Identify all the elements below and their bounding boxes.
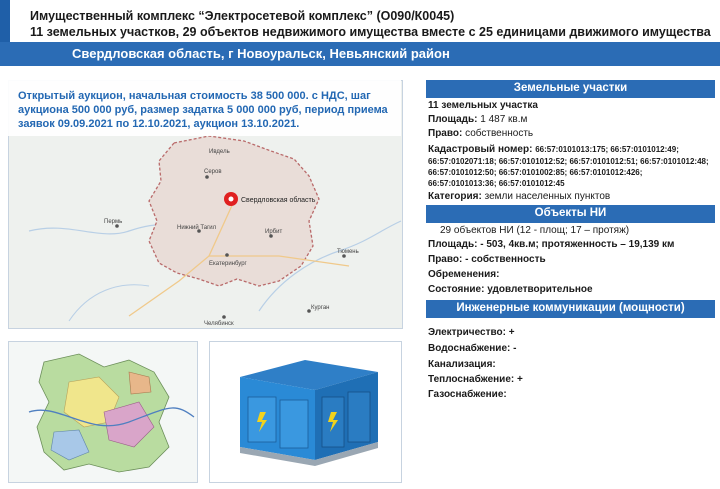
ni-area: Площадь: - 503, 4кв.м; протяженность – 1… [428, 239, 675, 250]
cadastral-line-2: 66:57:0102071:18; 66:57:0101012:52; 66:5… [428, 157, 709, 166]
cadastral-row: Кадастровый номер: 66:57:0101013:175; 66… [428, 144, 679, 155]
ni-encumbrance: Обременения: [428, 269, 500, 280]
land-area: Площадь: 1 487 кв.м [428, 114, 527, 125]
land-area-value: 1 487 кв.м [480, 114, 528, 125]
map-city-ekaterinburg: Екатеринбург [209, 261, 248, 267]
cadastral-line-4: 66:57:0101013:36; 66:57:0101012:45 [428, 179, 565, 188]
location-pin-icon [224, 192, 238, 206]
map-city-nizhny-tagil: Нижний Тагил [177, 224, 217, 231]
map-city-tyumen: Тюмень [337, 249, 359, 255]
map-city-ivdel: Ивдель [209, 149, 230, 155]
utility-gas: Газоснабжение: [428, 389, 507, 400]
cadastral-label: Кадастровый номер: [428, 144, 533, 155]
map-city-kurgan: Курган [311, 305, 329, 311]
transformer-substation-image [209, 341, 402, 483]
land-category: Категория: земли населенных пунктов [428, 191, 610, 202]
ni-condition: Состояние: удовлетворительное [428, 284, 593, 295]
utility-electricity: Электричество: + [428, 327, 515, 338]
ni-right: Право: - собственность [428, 254, 546, 265]
land-section-title: Земельные участки [513, 82, 628, 94]
page-subtitle: 11 земельных участков, 29 объектов недви… [30, 25, 711, 39]
auction-text: Открытый аукцион, начальная стоимость 38… [18, 90, 388, 130]
page-title: Имущественный комплекс “Электросетевой к… [30, 9, 455, 23]
utility-sewer: Канализация: [428, 359, 496, 370]
map-region-label: Свердловская область [241, 196, 316, 204]
land-count: 11 земельных участка [428, 100, 538, 111]
land-right-value: собственность [465, 128, 534, 139]
region-title: Свердловская область, г Новоуральск, Нев… [72, 46, 450, 61]
map-city-perm: Пермь [104, 219, 122, 225]
cadastral-plan-image [8, 341, 198, 483]
header-accent-stripe [0, 0, 10, 42]
cadastral-line-1: 66:57:0101013:175; 66:57:0101012:49; [535, 145, 679, 154]
utility-water: Водоснабжение: - [428, 343, 517, 354]
land-area-label: Площадь: [428, 114, 478, 125]
cadastral-line-3: 66:57:0101012:50; 66:57:0101002:85; 66:5… [428, 168, 643, 177]
land-right-label: Право: [428, 128, 463, 139]
engineering-section-title: Инженерные коммуникации (мощности) [456, 302, 685, 314]
map-city-chelyabinsk: Челябинск [204, 321, 234, 327]
map-city-irbit: Ирбит [265, 229, 282, 235]
map-city-serov: Серов [204, 169, 222, 175]
land-category-label: Категория: [428, 191, 482, 202]
land-right: Право: собственность [428, 128, 533, 139]
ni-count: 29 объектов НИ (12 - площ; 17 – протяж) [440, 225, 630, 236]
land-category-value: земли населенных пунктов [484, 191, 611, 202]
ni-section-title: Объекты НИ [534, 207, 607, 219]
utility-heat: Теплоснабжение: + [428, 374, 523, 385]
